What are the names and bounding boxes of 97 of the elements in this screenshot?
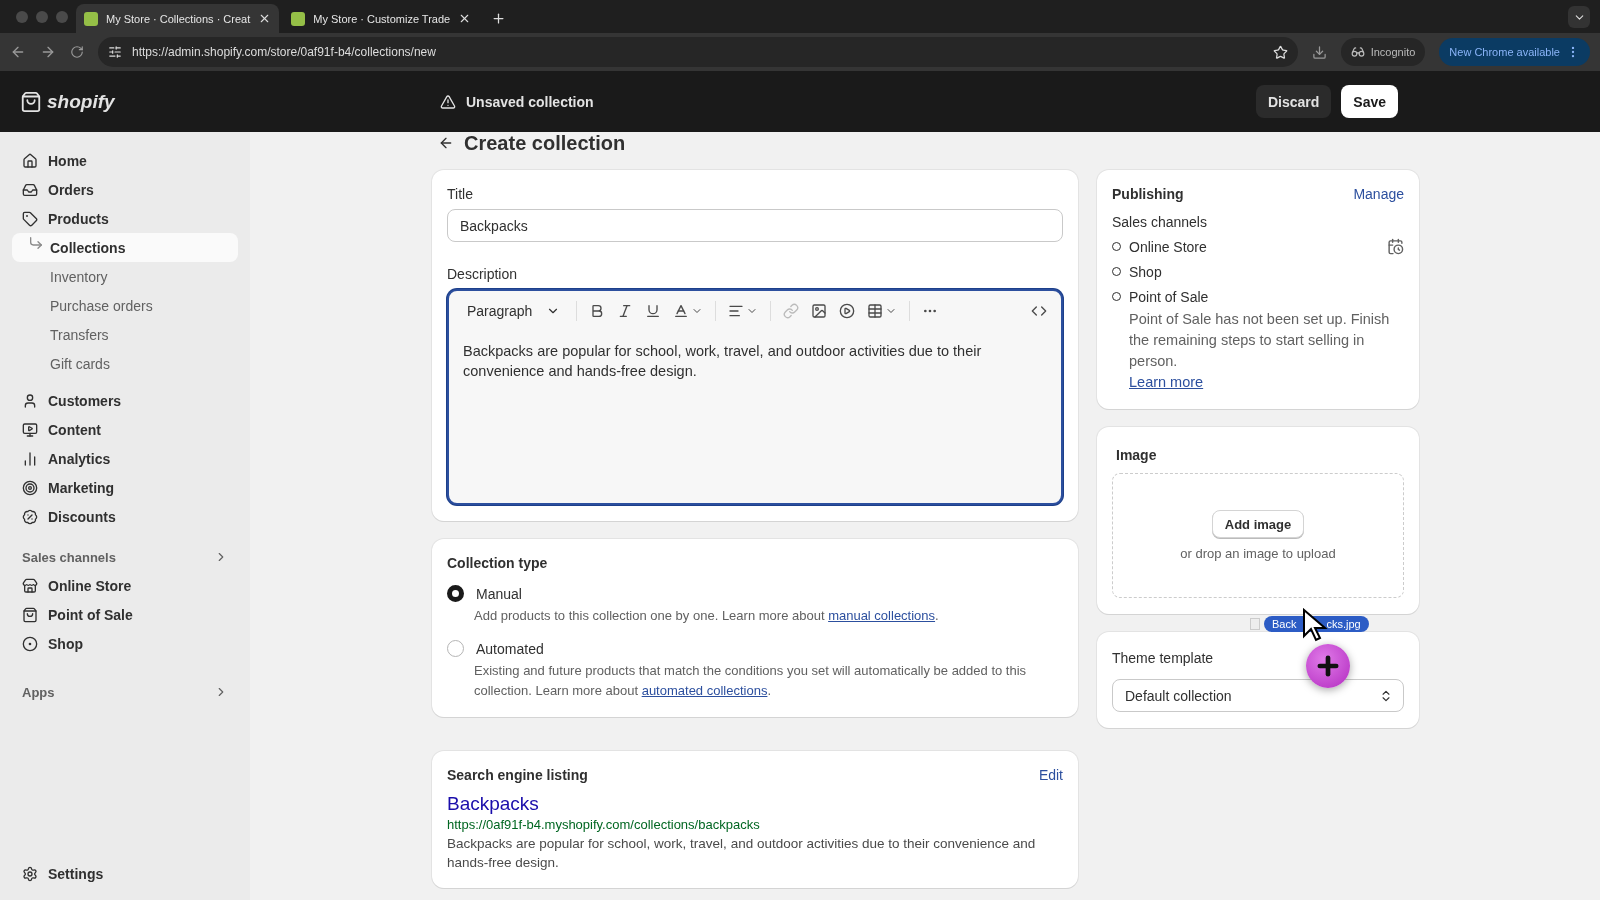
nav-item[interactable]: Point of Sale (12, 600, 238, 629)
nav-item[interactable]: Home (12, 146, 238, 175)
field-label: Theme template (1112, 650, 1215, 666)
edit-link[interactable]: Edit (1038, 767, 1063, 783)
paragraph-dropdown[interactable]: Paragraph (463, 303, 565, 319)
text-color-icon[interactable] (673, 303, 704, 319)
update-button[interactable]: New Chrome available (1439, 38, 1590, 66)
channel-note: Point of Sale has not been set up. Finish the remaining steps to start selling in person. (1128, 310, 1391, 371)
back-icon[interactable] (438, 135, 454, 151)
underline-icon[interactable] (645, 303, 662, 319)
status-text: Unsaved collection (466, 93, 594, 110)
nav-item[interactable]: Online Store (12, 571, 238, 600)
nav-item[interactable]: Marketing (12, 473, 238, 502)
learn-more-link[interactable]: Learn more (1129, 374, 1204, 390)
browser-tab[interactable]: My Store · Collections · Creat (76, 4, 280, 33)
option-description: Add products to this collection one by one. Learn more about manual collections. (473, 607, 940, 625)
calendar-clock-icon[interactable] (1387, 238, 1404, 255)
nav-item[interactable]: Analytics (12, 444, 238, 473)
video-icon[interactable] (839, 303, 856, 319)
nav-item[interactable]: Settings (12, 859, 238, 888)
incognito-badge: Incognito (1340, 38, 1426, 66)
subheading: Sales channels (1112, 214, 1208, 230)
settings-icon (22, 865, 38, 882)
person-icon (22, 392, 38, 409)
storefront-icon (22, 577, 38, 594)
bar-chart-icon (22, 450, 38, 467)
forward-icon[interactable] (40, 44, 56, 60)
nav-item[interactable]: Inventory (12, 262, 238, 291)
favicon-icon (84, 11, 98, 26)
window-control-icon (36, 11, 48, 23)
field-label: Description (447, 266, 519, 282)
nav-item[interactable]: Discounts (12, 502, 238, 531)
code-icon[interactable] (1031, 303, 1047, 319)
shopping-bag-icon (20, 90, 42, 113)
window-control-icon (56, 11, 68, 23)
shopping-bag-icon (22, 606, 38, 623)
nav-item[interactable]: Shop (12, 629, 238, 658)
seo-url: https://0af91f-b4.myshopify.com/collections/backpacks (447, 817, 761, 832)
nav-item[interactable]: Purchase orders (12, 291, 238, 320)
manage-link[interactable]: Manage (1353, 186, 1404, 202)
channel-name: Shop (1129, 263, 1163, 280)
section-heading[interactable]: Sales channels (12, 543, 238, 571)
window-control-icon (16, 11, 28, 23)
save-button[interactable]: Save (1341, 85, 1398, 118)
target-icon (22, 479, 38, 496)
title-field[interactable]: Backpacks (447, 209, 1063, 242)
nav-item[interactable]: Transfers (12, 320, 238, 349)
table-icon[interactable] (867, 303, 898, 319)
logo-text: shopify (47, 90, 115, 113)
option-label: Manual (476, 585, 522, 602)
section-heading[interactable]: Apps (12, 678, 238, 706)
channel-name: Point of Sale (1129, 288, 1210, 305)
seo-title: Backpacks (447, 793, 540, 815)
favicon-icon (291, 11, 306, 26)
inbox-icon (22, 181, 38, 198)
field-label: Title (447, 186, 474, 202)
radio-button[interactable] (447, 585, 464, 602)
percent-badge-icon (22, 508, 38, 525)
file-icon (1250, 618, 1260, 630)
card-heading: Search engine listing (447, 767, 588, 783)
seo-description: Backpacks are popular for school, work, travel, and outdoor activities due to their convenience and hands-free design. (447, 835, 1037, 872)
site-settings-icon[interactable] (108, 45, 122, 59)
branch-arrow-icon (28, 235, 44, 251)
warning-icon (440, 93, 456, 110)
monitor-icon (22, 421, 38, 438)
description-editor[interactable]: Paragraph Backpacks are popular for school, work, travel, and outdoor activities due to their convenience and hands-free design. (447, 289, 1063, 505)
channel-name: Online Store (1129, 238, 1208, 255)
card-heading: Collection type (447, 555, 549, 571)
reload-icon[interactable] (70, 45, 84, 59)
download-icon[interactable] (1311, 44, 1327, 60)
star-icon[interactable] (1272, 44, 1288, 60)
align-icon[interactable] (728, 303, 759, 319)
nav-item[interactable]: Collections (12, 233, 238, 262)
card-heading: Image (1115, 447, 1158, 463)
nav-item[interactable]: Orders (12, 175, 238, 204)
option-description: Existing and future products that match the conditions you set will automatically be added to this collection. Learn more about automated collections. (473, 662, 1028, 700)
address-bar[interactable]: https://admin.shopify.com/store/0af91f-b4/collections/new (98, 37, 1298, 67)
card-heading: Publishing (1112, 186, 1184, 202)
image-icon[interactable] (811, 303, 828, 319)
house-icon (22, 152, 38, 169)
option-label: Automated (476, 640, 544, 657)
description-text: Backpacks are popular for school, work, travel, and outdoor activities due to their convenience and hands-free design. (462, 342, 983, 381)
page-title: Create collection (464, 132, 626, 155)
tag-icon (22, 210, 38, 227)
glasses-icon (1350, 45, 1365, 59)
back-icon[interactable] (10, 44, 26, 60)
nav-item[interactable]: Content (12, 415, 238, 444)
nav-item[interactable]: Customers (12, 386, 238, 415)
tab-menu-button[interactable] (1568, 6, 1590, 28)
add-image-button[interactable]: Add image (1211, 510, 1305, 538)
plus-icon[interactable] (491, 11, 507, 26)
nav-item[interactable]: Products (12, 204, 238, 233)
drop-hint: or drop an image to upload (1180, 546, 1336, 561)
browser-tab[interactable]: My Store · Customize Trade (283, 4, 480, 33)
discard-button[interactable]: Discard (1255, 85, 1332, 118)
nav-item[interactable]: Gift cards (12, 349, 238, 378)
circle-icon (22, 635, 38, 652)
